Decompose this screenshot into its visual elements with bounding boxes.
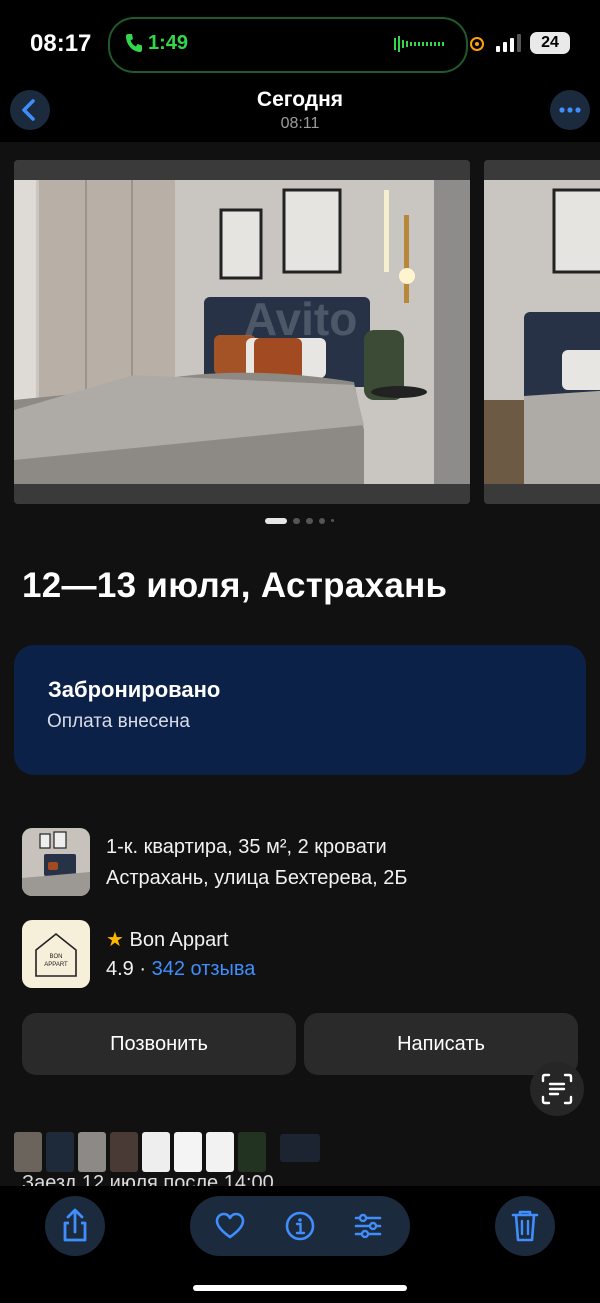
strip-thumbnail[interactable] (110, 1132, 138, 1172)
host-name-row[interactable]: ★ Bon Appart (106, 927, 228, 952)
trash-icon (511, 1210, 539, 1242)
action-pill (190, 1196, 410, 1256)
more-button[interactable] (550, 90, 590, 130)
strip-thumbnail[interactable] (142, 1132, 170, 1172)
adjust-icon[interactable] (352, 1210, 384, 1242)
call-duration: 1:49 (148, 32, 189, 54)
host-rating: 4.9 (106, 958, 134, 980)
phone-icon (124, 32, 144, 56)
page-title: Сегодня (256, 88, 344, 111)
strip-thumbnail[interactable] (174, 1132, 202, 1172)
battery-icon: 24 (530, 32, 570, 54)
photo-gallery[interactable]: Avito (14, 160, 600, 504)
booking-status-title: Забронировано (48, 677, 221, 702)
strip-thumbnail[interactable] (238, 1132, 266, 1172)
more-dots-icon (559, 107, 581, 113)
live-text-icon (541, 1073, 573, 1105)
host-rating-row: 4.9 · 342 отзыва (106, 958, 255, 981)
svg-text:APPART: APPART (44, 962, 68, 968)
reviews-link[interactable]: 342 отзыва (152, 958, 256, 980)
pagination-dot (306, 518, 313, 524)
dynamic-island-call[interactable]: 1:49 (108, 17, 468, 73)
share-icon (63, 1208, 87, 1242)
host-name: Bon Appart (129, 929, 229, 951)
booking-status-card: Забронировано Оплата внесена (14, 645, 586, 775)
info-icon[interactable] (284, 1210, 316, 1242)
pagination-dot (319, 518, 325, 524)
rating-separator: · (133, 958, 152, 980)
apartment-address: Астрахань, улица Бехтерева, 2Б (106, 867, 408, 889)
pagination-dot (293, 518, 300, 524)
booking-status-subtitle: Оплата внесена (47, 711, 190, 732)
pagination-dot (331, 519, 334, 522)
watermark: Avito (244, 293, 357, 345)
listing-photo[interactable] (484, 160, 600, 504)
home-indicator[interactable] (193, 1285, 407, 1291)
screenshot-thumbnail-strip[interactable] (14, 1132, 324, 1176)
status-bar: 08:17 1:49 24 (0, 0, 600, 88)
pagination-dot-active (265, 518, 287, 524)
audio-wave-icon (394, 36, 444, 52)
scan-text-button[interactable] (530, 1062, 584, 1116)
strip-thumbnail[interactable] (280, 1134, 320, 1162)
page-subtitle: 08:11 (280, 115, 320, 132)
status-time: 08:17 (30, 30, 92, 57)
gallery-pagination (265, 516, 345, 526)
signal-icon (496, 34, 521, 52)
apartment-thumbnail[interactable] (22, 828, 90, 896)
booking-title: 12—13 июля, Астрахань (22, 566, 448, 605)
recording-indicator-icon (470, 37, 484, 51)
star-icon: ★ (106, 929, 124, 951)
strip-thumbnail[interactable] (46, 1132, 74, 1172)
strip-thumbnail[interactable] (206, 1132, 234, 1172)
strip-thumbnail[interactable] (78, 1132, 106, 1172)
host-logo[interactable]: BON APPART (22, 920, 90, 988)
call-button[interactable]: Позвонить (22, 1013, 296, 1075)
apartment-description[interactable]: 1-к. квартира, 35 м², 2 кровати (106, 836, 387, 859)
listing-photo[interactable]: Avito (14, 160, 470, 504)
share-button[interactable] (45, 1196, 105, 1256)
heart-icon[interactable] (214, 1210, 246, 1242)
strip-thumbnail[interactable] (14, 1132, 42, 1172)
svg-text:BON: BON (49, 954, 62, 960)
delete-button[interactable] (495, 1196, 555, 1256)
